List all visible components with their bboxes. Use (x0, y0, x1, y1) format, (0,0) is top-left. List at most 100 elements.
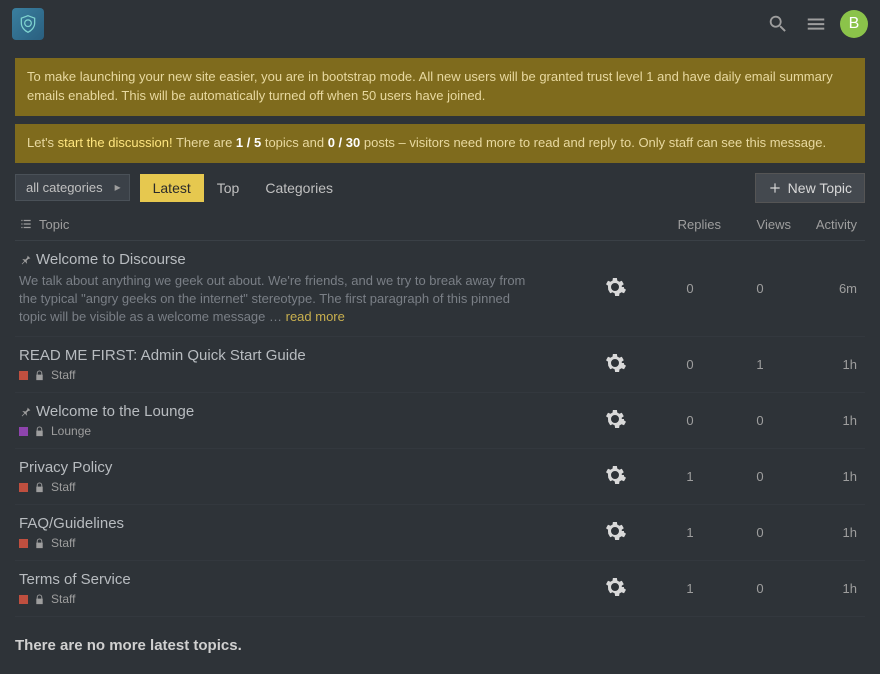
alert-mid2: topics and (261, 135, 328, 150)
category-line[interactable]: Staff (19, 364, 571, 382)
topic-title-text: Welcome to the Lounge (36, 403, 194, 420)
table-row: READ ME FIRST: Admin Quick Start Guide St… (15, 337, 865, 393)
lock-icon (34, 482, 45, 493)
new-topic-button[interactable]: New Topic (755, 173, 865, 203)
alert-suffix: posts – visitors need more to read and r… (360, 135, 826, 150)
topic-title[interactable]: Terms of Service (19, 571, 571, 588)
category-name: Staff (51, 536, 75, 550)
category-line[interactable]: Staff (19, 476, 571, 494)
alert-counts-posts: 0 / 30 (328, 135, 361, 150)
topic-title-text: Terms of Service (19, 571, 131, 588)
category-badge (19, 371, 28, 380)
alert-mid1: There are (173, 135, 236, 150)
lock-icon (34, 426, 45, 437)
activity-time[interactable]: 1h (795, 393, 865, 449)
replies-count[interactable]: 1 (655, 449, 725, 505)
topic-excerpt: We talk about anything we geek out about… (19, 268, 539, 327)
shield-icon (18, 14, 38, 34)
posters-cell[interactable] (575, 393, 655, 449)
category-name: Staff (51, 368, 75, 382)
alert-counts-topics: 1 / 5 (236, 135, 261, 150)
views-count[interactable]: 0 (725, 449, 795, 505)
topic-title[interactable]: Welcome to Discourse (19, 251, 571, 268)
activity-time[interactable]: 1h (795, 337, 865, 393)
replies-count[interactable]: 0 (655, 337, 725, 393)
activity-time[interactable]: 6m (795, 240, 865, 337)
replies-count[interactable]: 0 (655, 393, 725, 449)
topic-title[interactable]: FAQ/Guidelines (19, 515, 571, 532)
nav-row: all categories Latest Top Categories New… (15, 173, 865, 203)
th-activity[interactable]: Activity (795, 209, 865, 241)
table-row: Privacy Policy Staff 101h (15, 449, 865, 505)
views-count[interactable]: 1 (725, 337, 795, 393)
tab-latest[interactable]: Latest (140, 174, 204, 202)
category-dropdown[interactable]: all categories (15, 174, 130, 201)
th-topic[interactable]: Topic (19, 217, 571, 232)
posters-cell[interactable] (575, 449, 655, 505)
gear-icon (603, 463, 627, 487)
topic-title-text: READ ME FIRST: Admin Quick Start Guide (19, 347, 306, 364)
read-more-link[interactable]: read more (286, 309, 345, 324)
alert-bootstrap: To make launching your new site easier, … (15, 58, 865, 116)
lock-icon (34, 594, 45, 605)
views-count[interactable]: 0 (725, 240, 795, 337)
views-count[interactable]: 0 (725, 393, 795, 449)
alert-prefix: Let's (27, 135, 58, 150)
category-name: Staff (51, 592, 75, 606)
hamburger-button[interactable] (802, 10, 830, 38)
alert-discussion: Let's start the discussion! There are 1 … (15, 124, 865, 163)
plus-icon (768, 181, 782, 195)
replies-count[interactable]: 0 (655, 240, 725, 337)
pin-icon (19, 405, 32, 418)
lock-icon (34, 370, 45, 381)
gear-icon (603, 275, 627, 299)
gear-icon (603, 519, 627, 543)
category-badge (19, 483, 28, 492)
site-logo[interactable] (12, 8, 44, 40)
search-button[interactable] (764, 10, 792, 38)
category-badge (19, 427, 28, 436)
activity-time[interactable]: 1h (795, 505, 865, 561)
th-topic-label: Topic (39, 217, 69, 232)
activity-time[interactable]: 1h (795, 561, 865, 617)
tab-top[interactable]: Top (204, 174, 253, 202)
lock-icon (34, 538, 45, 549)
site-header: B (0, 0, 880, 48)
start-discussion-link[interactable]: start the discussion! (58, 135, 173, 150)
posters-cell[interactable] (575, 337, 655, 393)
category-name: Staff (51, 480, 75, 494)
new-topic-label: New Topic (788, 180, 852, 196)
views-count[interactable]: 0 (725, 505, 795, 561)
th-replies[interactable]: Replies (655, 209, 725, 241)
topic-title[interactable]: Privacy Policy (19, 459, 571, 476)
pin-icon (19, 253, 32, 266)
category-name: Lounge (51, 424, 91, 438)
replies-count[interactable]: 1 (655, 505, 725, 561)
avatar[interactable]: B (840, 10, 868, 38)
category-line[interactable]: Staff (19, 532, 571, 550)
bullet-list-icon (19, 217, 33, 231)
topic-title-text: FAQ/Guidelines (19, 515, 124, 532)
activity-time[interactable]: 1h (795, 449, 865, 505)
topic-title[interactable]: Welcome to the Lounge (19, 403, 571, 420)
gear-icon (603, 575, 627, 599)
end-message: There are no more latest topics. (15, 617, 865, 664)
search-icon (767, 13, 789, 35)
topic-list: Topic Replies Views Activity Welcome to … (15, 209, 865, 618)
category-badge (19, 595, 28, 604)
category-badge (19, 539, 28, 548)
th-views[interactable]: Views (725, 209, 795, 241)
tab-categories[interactable]: Categories (252, 174, 346, 202)
table-row: Welcome to DiscourseWe talk about anythi… (15, 240, 865, 337)
topic-title[interactable]: READ ME FIRST: Admin Quick Start Guide (19, 347, 571, 364)
posters-cell[interactable] (575, 561, 655, 617)
topic-title-text: Privacy Policy (19, 459, 112, 476)
posters-cell[interactable] (575, 240, 655, 337)
category-line[interactable]: Lounge (19, 420, 571, 438)
views-count[interactable]: 0 (725, 561, 795, 617)
gear-icon (603, 351, 627, 375)
gear-icon (603, 407, 627, 431)
replies-count[interactable]: 1 (655, 561, 725, 617)
posters-cell[interactable] (575, 505, 655, 561)
category-line[interactable]: Staff (19, 588, 571, 606)
